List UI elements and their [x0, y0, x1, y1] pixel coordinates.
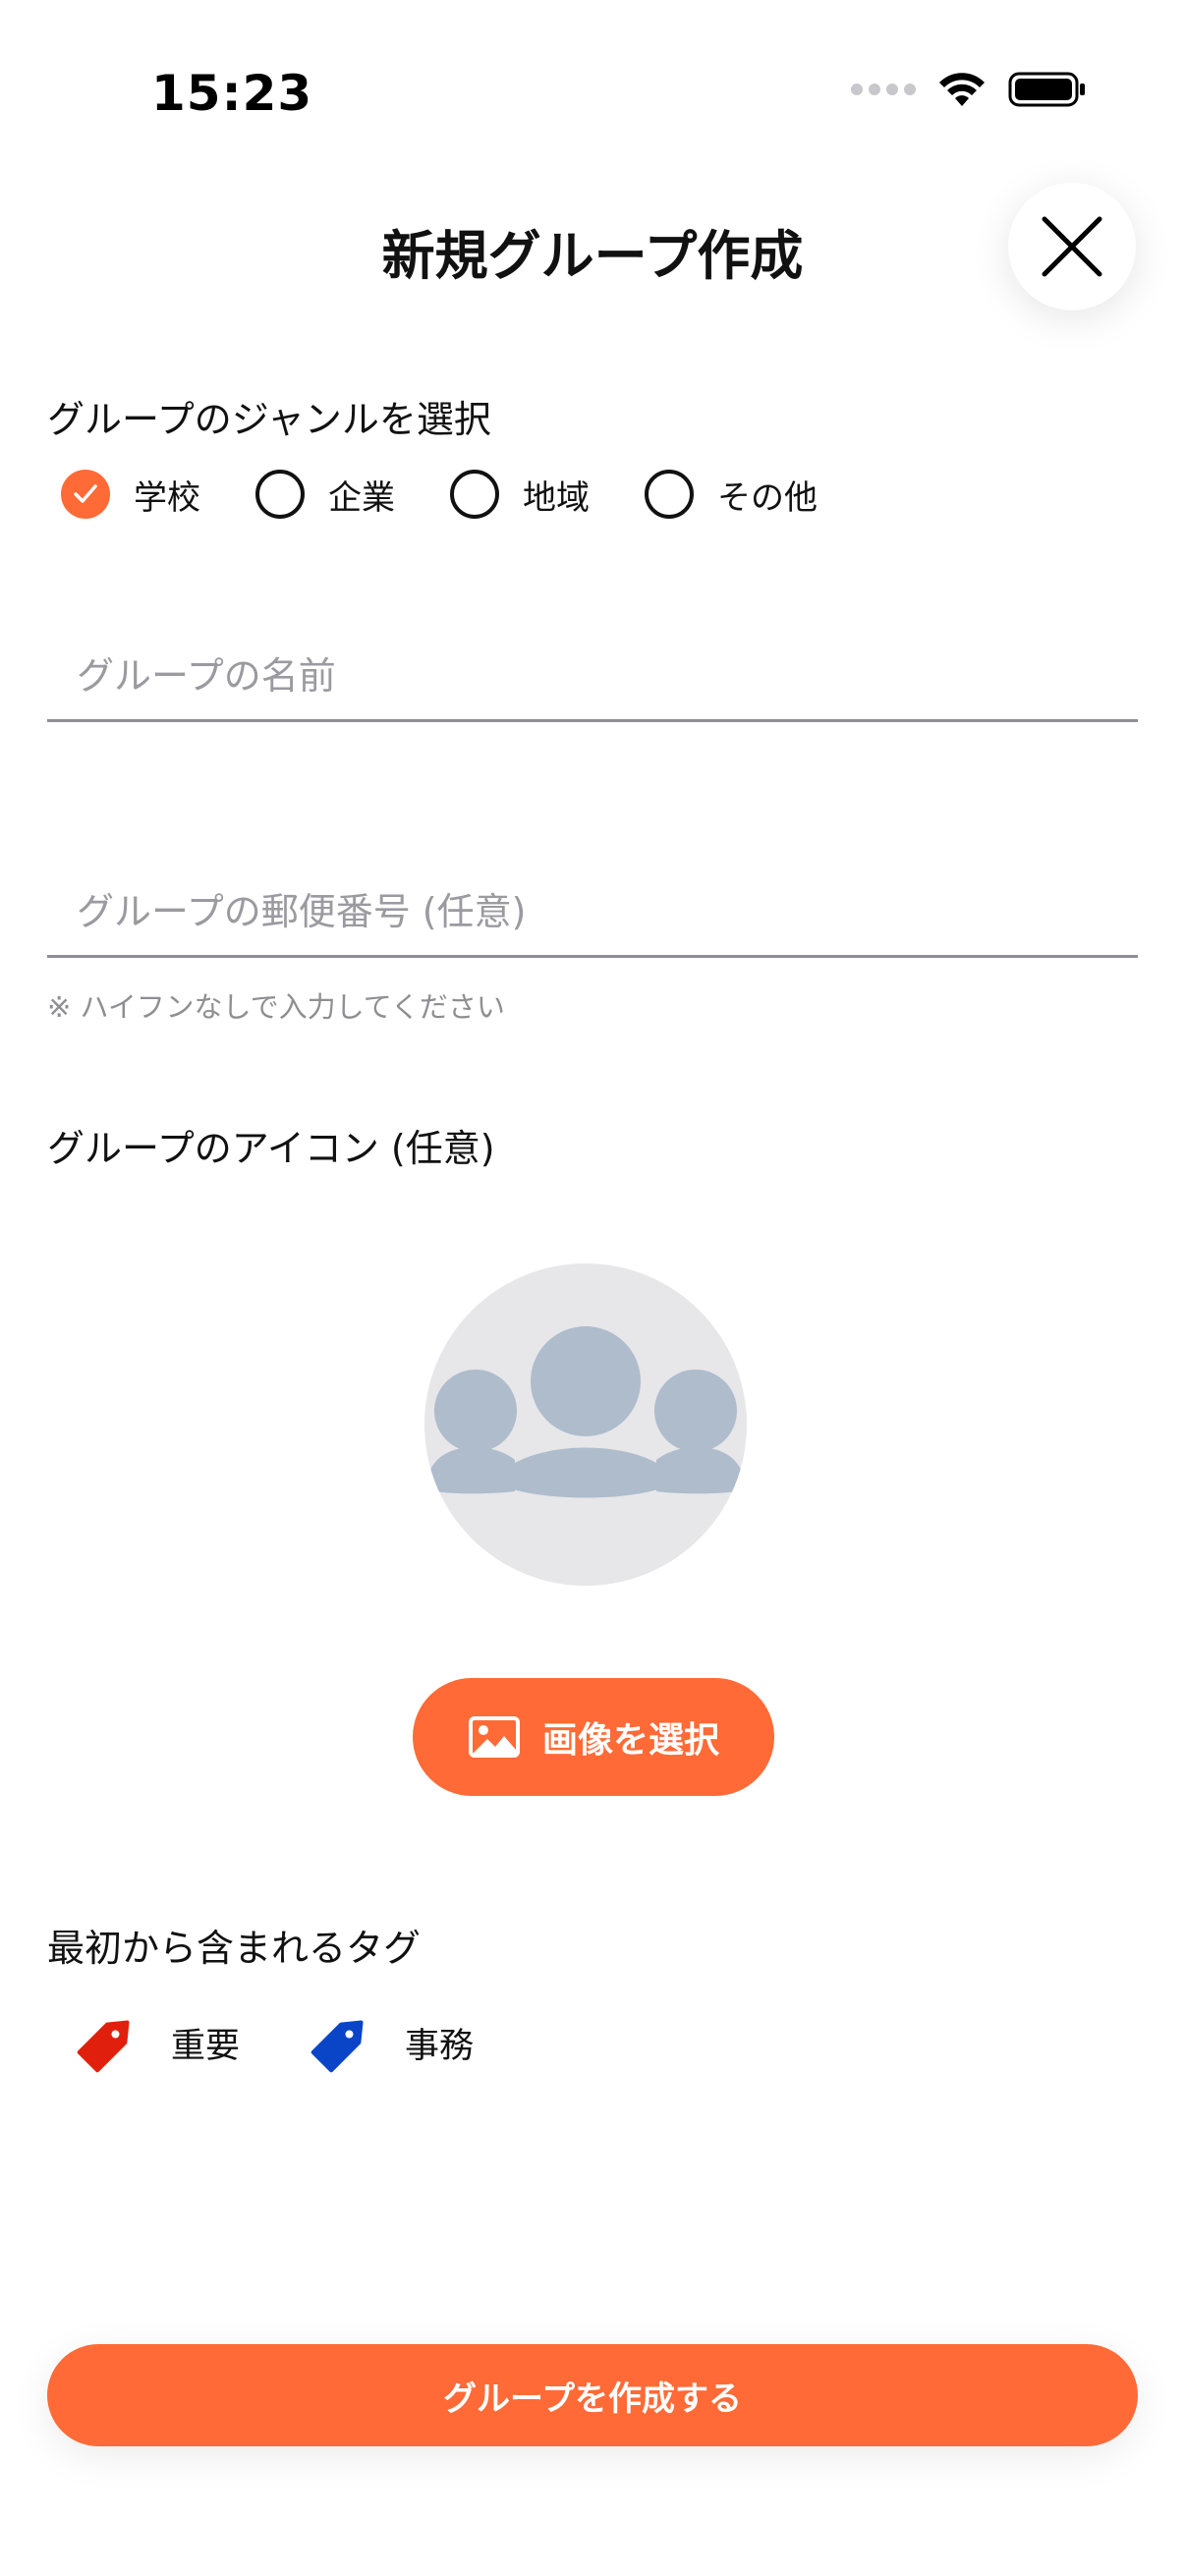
genre-option-company[interactable]: 企業 — [255, 470, 395, 519]
genre-option-label: その他 — [717, 477, 818, 518]
select-image-label: 画像を選択 — [541, 1720, 719, 1761]
tag-item: 重要 — [75, 2010, 240, 2075]
tag-icon — [77, 2020, 130, 2073]
close-icon — [1042, 216, 1102, 277]
genre-option-label: 企業 — [328, 477, 395, 518]
genre-option-label: 地域 — [523, 477, 590, 518]
icon-section-label: グループのアイコン (任意) — [47, 1127, 495, 1170]
radio-unchecked[interactable] — [450, 470, 499, 519]
group-avatar-icon — [430, 1326, 741, 1498]
postal-code-input[interactable] — [47, 890, 1138, 955]
postal-code-field-container — [47, 890, 1138, 958]
status-indicators — [851, 71, 1087, 108]
status-time: 15:23 — [151, 65, 313, 122]
default-tags-list: 重要 事務 — [75, 2010, 542, 2075]
battery-icon — [1008, 72, 1085, 107]
genre-option-region[interactable]: 地域 — [450, 470, 590, 519]
genre-option-label: 学校 — [134, 477, 200, 518]
tags-section-label: 最初から含まれるタグ — [47, 1927, 422, 1970]
select-image-button[interactable]: 画像を選択 — [413, 1678, 774, 1796]
genre-option-school[interactable]: 学校 — [61, 470, 200, 519]
close-button[interactable] — [1008, 183, 1136, 310]
group-avatar — [424, 1263, 747, 1586]
group-name-field-container — [47, 654, 1138, 722]
genre-radio-group: 学校 企業 地域 その他 — [61, 470, 873, 519]
wifi-icon — [939, 73, 985, 106]
radio-unchecked[interactable] — [645, 470, 694, 519]
genre-option-other[interactable]: その他 — [645, 470, 818, 519]
postal-code-hint: ※ ハイフンなしで入力してください — [47, 990, 505, 1024]
page-title: 新規グループ作成 — [381, 225, 804, 287]
create-group-button[interactable]: グループを作成する — [47, 2344, 1138, 2446]
tag-icon — [310, 2020, 364, 2073]
radio-checked[interactable] — [61, 470, 110, 519]
tag-label: 重要 — [171, 2026, 241, 2066]
image-icon — [468, 1716, 520, 1758]
radio-unchecked[interactable] — [255, 470, 305, 519]
genre-label: グループのジャンルを選択 — [47, 398, 491, 441]
tag-item: 事務 — [309, 2010, 474, 2075]
group-name-input[interactable] — [47, 654, 1138, 719]
checkmark-icon — [74, 484, 97, 503]
tag-label: 事務 — [405, 2026, 475, 2066]
cellular-signal-icon — [851, 84, 916, 95]
